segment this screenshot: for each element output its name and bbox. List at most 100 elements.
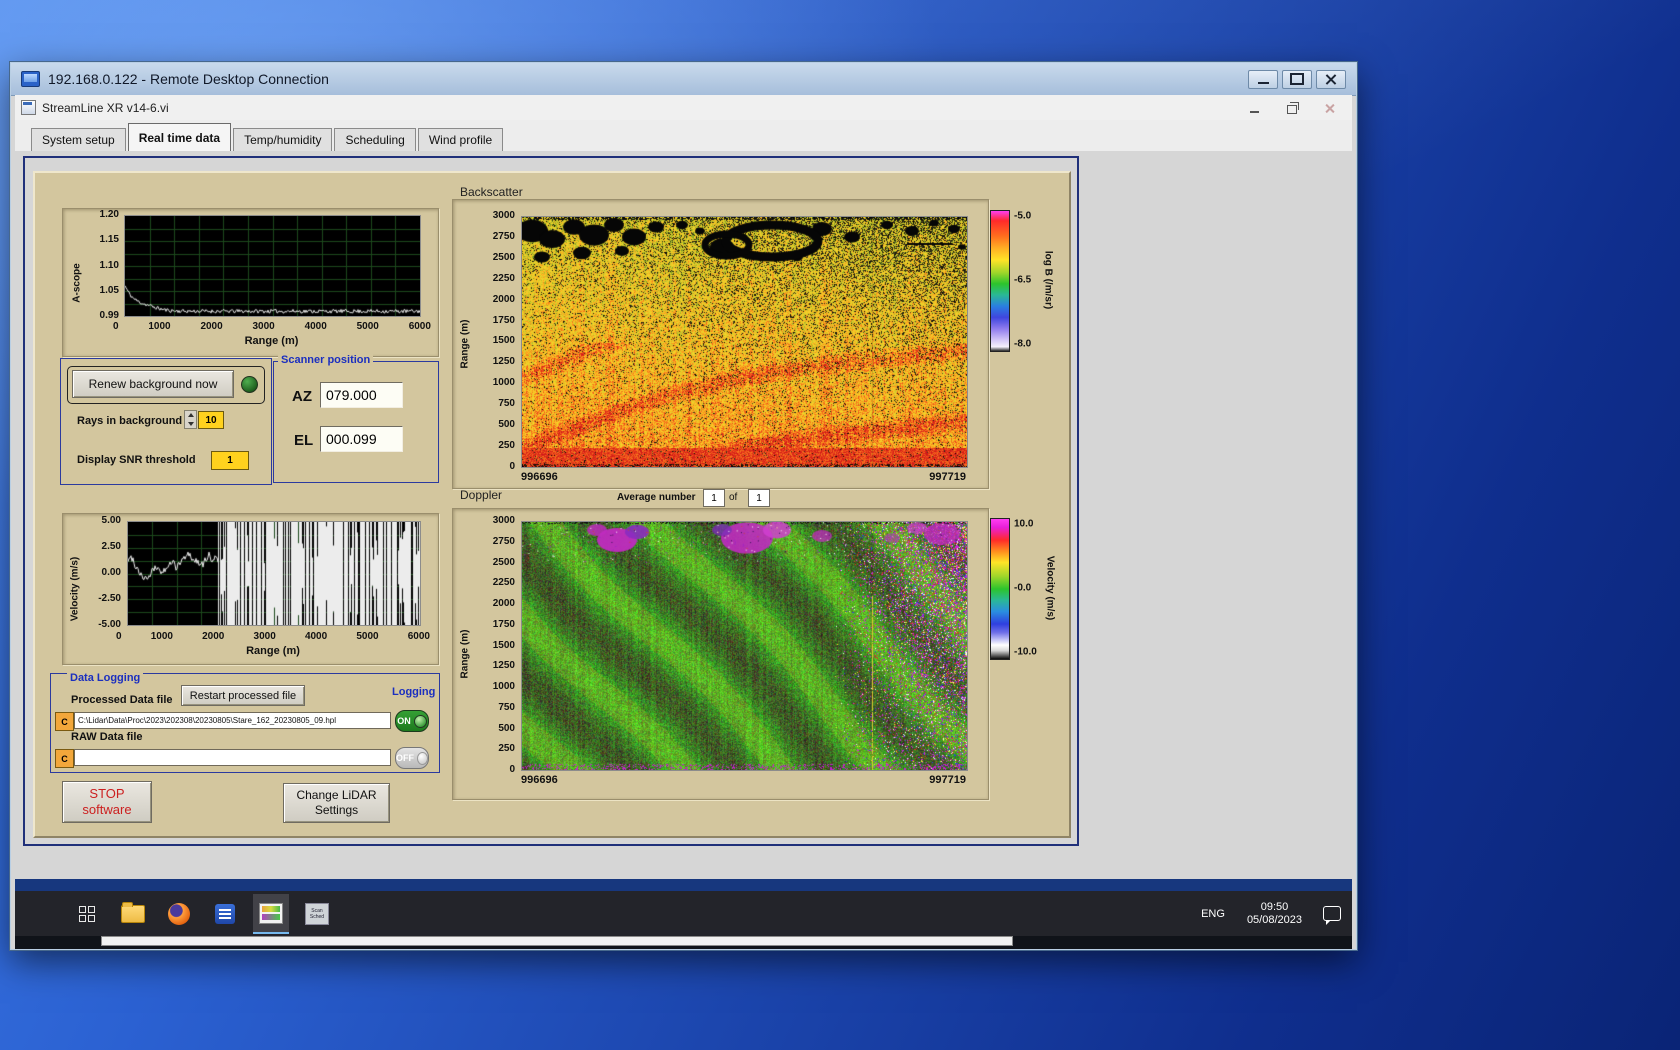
processed-data-file-label: Processed Data file: [71, 694, 173, 706]
blue-app-icon: [215, 904, 235, 924]
minimize-icon: [1258, 82, 1269, 84]
tick-label: 250: [498, 743, 515, 754]
taskbar-app-blue[interactable]: [207, 894, 243, 934]
el-label: EL: [294, 432, 313, 449]
rays-in-background-value[interactable]: 10: [198, 411, 224, 429]
tick-label: 2750: [493, 231, 515, 242]
tick-label: -2.50: [98, 593, 121, 604]
data-logging-box: Data Logging Processed Data file Restart…: [50, 673, 440, 773]
remote-taskbar: Scan Sched ENG 09:50 05/08/2023: [15, 891, 1352, 936]
tick-label: 0.00: [102, 567, 121, 578]
raw-drive-selector[interactable]: C: [55, 749, 74, 768]
tick-label: 2250: [493, 577, 515, 588]
velocity-ylabel: Velocity (m/s): [70, 557, 81, 621]
scanner-position-box: Scanner position AZ 079.000 EL 000.099: [273, 361, 439, 483]
background-controls-box: Renew background now Rays in background …: [60, 358, 272, 485]
change-button-line1: Change LiDAR: [296, 788, 376, 803]
doppler-colorbar-group: 10.0 -0.0 -10.0 Velocity (m/s): [990, 513, 1065, 663]
tick-label: 250: [498, 440, 515, 451]
az-value-field[interactable]: 079.000: [320, 382, 403, 408]
processed-path-field[interactable]: C:\Lidar\Data\Proc\2023\202308\20230805\…: [74, 712, 391, 729]
processed-drive-selector[interactable]: C: [55, 712, 74, 731]
tick-label: 1.20: [100, 209, 119, 220]
tick-label: 0.99: [100, 310, 119, 321]
vi-minimize-button[interactable]: [1244, 99, 1264, 117]
tick-label: 2000: [493, 598, 515, 609]
rays-in-background-stepper[interactable]: [184, 410, 197, 429]
taskbar-clock[interactable]: 09:50 05/08/2023: [1237, 901, 1312, 927]
tab-real-time-data[interactable]: Real time data: [128, 123, 231, 151]
ascope-xlabel: Range (m): [124, 335, 419, 347]
backscatter-colorbar-label: log B (/m/sr): [1043, 251, 1054, 309]
tick-label: 3000: [493, 515, 515, 526]
vi-restore-button[interactable]: [1282, 99, 1302, 117]
tab-system-setup[interactable]: System setup: [31, 128, 126, 151]
language-indicator[interactable]: ENG: [1189, 891, 1237, 936]
data-logging-title: Data Logging: [67, 672, 143, 684]
snr-threshold-value[interactable]: 1: [211, 451, 249, 470]
rdp-window-title: 192.168.0.122 - Remote Desktop Connectio…: [48, 71, 329, 87]
scanner-position-title: Scanner position: [278, 354, 373, 366]
tick-label: 2500: [493, 252, 515, 263]
remote-desktop-icon: [21, 71, 40, 87]
tab-temp-humidity[interactable]: Temp/humidity: [233, 128, 332, 151]
windows-logo-icon: [79, 906, 95, 922]
restart-processed-file-button[interactable]: Restart processed file: [181, 685, 305, 706]
notification-center-button[interactable]: [1312, 891, 1352, 936]
el-value-field[interactable]: 000.099: [320, 426, 403, 452]
vi-window-title: StreamLine XR v14-6.vi: [42, 101, 169, 115]
stop-button-line2: software: [82, 802, 131, 818]
backscatter-heatmap: [521, 216, 968, 468]
average-number-value[interactable]: 1: [703, 489, 725, 507]
average-count-value[interactable]: 1: [748, 489, 770, 507]
off-toggle-label: OFF: [396, 753, 414, 763]
taskbar-app-streamline-active[interactable]: [253, 894, 289, 934]
tab-scheduling[interactable]: Scheduling: [334, 128, 415, 151]
ascope-yticks: 1.201.151.101.050.99: [85, 209, 119, 321]
raw-path-field[interactable]: [74, 749, 391, 766]
raw-logging-toggle-off[interactable]: OFF: [395, 747, 429, 769]
doppler-xend: 997719: [929, 774, 966, 786]
change-button-line2: Settings: [315, 803, 358, 818]
doppler-yticks: 3000275025002250200017501500125010007505…: [475, 515, 515, 775]
rdp-maximize-button[interactable]: [1282, 70, 1312, 89]
on-toggle-label: ON: [397, 716, 411, 726]
backscatter-plot-frame: Range (m) 300027502500225020001750150012…: [452, 199, 989, 489]
scan-scheduler-icon: Scan Sched: [305, 903, 329, 925]
tick-label: 1000: [148, 321, 170, 332]
rdp-close-button[interactable]: [1316, 70, 1346, 89]
tick-label: 1000: [493, 681, 515, 692]
tick-label: 1.05: [100, 285, 119, 296]
change-lidar-settings-button[interactable]: Change LiDAR Settings: [283, 783, 390, 823]
velocity-plot-frame: Velocity (m/s) 5.002.500.00-2.50-5.00 01…: [62, 513, 439, 665]
taskbar-firefox[interactable]: [161, 894, 197, 934]
of-label: of: [729, 492, 737, 503]
doppler-cb-tick-bottom: -10.0: [1014, 647, 1037, 658]
stop-software-button[interactable]: STOP software: [62, 781, 152, 823]
rdp-minimize-button[interactable]: [1248, 70, 1278, 89]
tick-label: 1250: [493, 660, 515, 671]
taskbar-file-explorer[interactable]: [115, 894, 151, 934]
renew-background-button[interactable]: Renew background now: [72, 370, 234, 398]
scan-icon-line2: Sched: [310, 914, 324, 920]
backscatter-xlabels: 996696 997719: [521, 471, 966, 483]
backscatter-title: Backscatter: [460, 185, 523, 199]
tick-label: 500: [498, 419, 515, 430]
vi-titlebar[interactable]: StreamLine XR v14-6.vi: [15, 95, 1352, 121]
processed-logging-toggle-on[interactable]: ON: [395, 710, 429, 732]
taskbar-app-scan-scheduler[interactable]: Scan Sched: [299, 894, 335, 934]
rdp-titlebar[interactable]: 192.168.0.122 - Remote Desktop Connectio…: [11, 63, 1356, 96]
tick-label: 1750: [493, 315, 515, 326]
velocity-plot: [127, 521, 421, 626]
notification-icon: [1323, 906, 1341, 921]
backscatter-colorbar-group: -5.0 -6.5 -8.0 log B (/m/sr): [990, 205, 1065, 355]
desktop-background: 192.168.0.122 - Remote Desktop Connectio…: [0, 0, 1680, 1050]
vi-close-button[interactable]: [1320, 99, 1340, 117]
close-icon: [1325, 73, 1337, 85]
ascope-xticks: 0100020003000400050006000: [113, 321, 431, 332]
backscatter-cb-tick-top: -5.0: [1014, 211, 1031, 222]
tab-wind-profile[interactable]: Wind profile: [418, 128, 503, 151]
start-button[interactable]: [69, 894, 105, 934]
lidar-app-icon: [259, 903, 283, 924]
background-window-edge: [101, 936, 1013, 946]
